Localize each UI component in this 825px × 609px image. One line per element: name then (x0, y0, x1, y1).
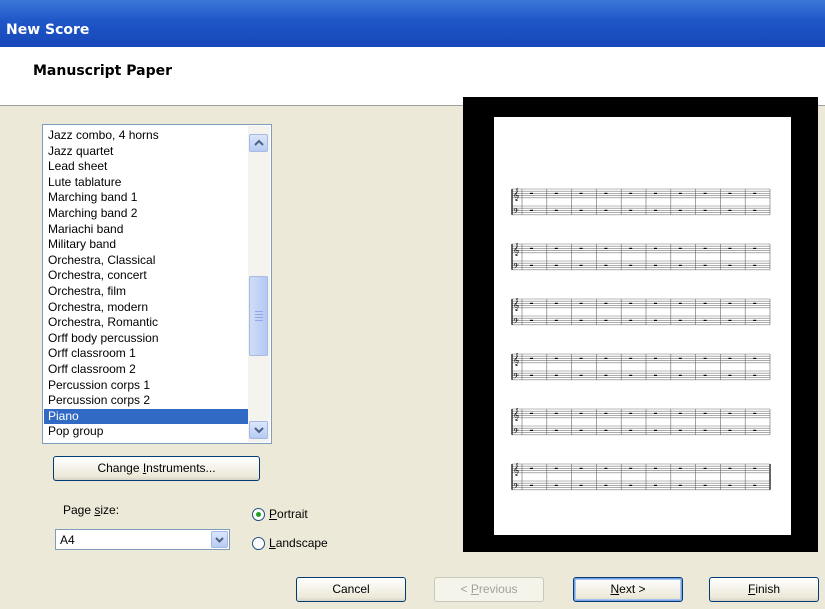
list-item[interactable]: Marching band 1 (44, 190, 248, 206)
page-title: Manuscript Paper (33, 63, 172, 79)
scroll-down-button[interactable] (249, 421, 268, 439)
radio-dot (256, 512, 261, 517)
treble-clef-icon: 𝄞 (513, 243, 520, 256)
staff-system: 𝄞𝄢 (511, 463, 771, 493)
page-size-label: Page size: (63, 503, 120, 517)
bass-clef-icon: 𝄢 (513, 317, 519, 328)
list-item[interactable]: Orchestra, Classical (44, 253, 248, 269)
treble-clef-icon: 𝄞 (513, 298, 520, 311)
change-instruments-button[interactable]: Change Instruments... (53, 456, 260, 481)
list-item[interactable]: Orff classroom 1 (44, 346, 248, 362)
list-item[interactable]: Orchestra, concert (44, 268, 248, 284)
previous-button[interactable]: < Previous (434, 577, 544, 602)
list-item[interactable]: Percussion corps 2 (44, 393, 248, 409)
portrait-label[interactable]: Portrait (269, 507, 308, 521)
list-item[interactable]: Percussion corps 1 (44, 378, 248, 394)
chevron-down-icon (254, 427, 264, 434)
list-item[interactable]: Orff classroom 2 (44, 362, 248, 378)
bass-clef-icon: 𝄢 (513, 482, 519, 493)
list-item[interactable]: Orchestra, Romantic (44, 315, 248, 331)
staff-system: 𝄞𝄢 (511, 353, 771, 383)
landscape-radio[interactable] (252, 537, 265, 550)
list-item[interactable]: Marching band 2 (44, 206, 248, 222)
manuscript-list-items: Jazz combo, 4 horns Jazz quartet Lead shee… (44, 128, 248, 440)
treble-clef-icon: 𝄞 (513, 408, 520, 421)
treble-clef-icon: 𝄞 (513, 188, 520, 201)
list-item[interactable]: Lead sheet (44, 159, 248, 175)
scroll-up-button[interactable] (249, 134, 268, 152)
list-item[interactable]: Jazz combo, 4 horns (44, 128, 248, 144)
staff-preview: 𝄞𝄢𝄞𝄢𝄞𝄢𝄞𝄢𝄞𝄢𝄞𝄢 (511, 188, 771, 493)
list-item[interactable]: Military band (44, 237, 248, 253)
list-item[interactable]: Mariachi band (44, 222, 248, 238)
page-size-value: A4 (60, 533, 75, 547)
staff-system: 𝄞𝄢 (511, 408, 771, 438)
window-title: New Score (6, 22, 90, 38)
page-size-select[interactable]: A4 (55, 529, 230, 550)
list-item[interactable]: Jazz quartet (44, 144, 248, 160)
scroll-thumb[interactable] (249, 276, 268, 356)
finish-button[interactable]: Finish (709, 577, 819, 602)
bass-clef-icon: 𝄢 (513, 427, 519, 438)
chevron-up-icon (254, 139, 264, 146)
landscape-label[interactable]: Landscape (269, 536, 328, 550)
cancel-button[interactable]: Cancel (296, 577, 406, 602)
bass-clef-icon: 𝄢 (513, 372, 519, 383)
chevron-down-icon[interactable] (211, 531, 228, 548)
bass-clef-icon: 𝄢 (513, 207, 519, 218)
list-item[interactable]: Lute tablature (44, 175, 248, 191)
manuscript-paper-list[interactable]: Jazz combo, 4 horns Jazz quartet Lead shee… (42, 124, 272, 444)
bass-clef-icon: 𝄢 (513, 262, 519, 273)
list-item[interactable]: Orff body percussion (44, 331, 248, 347)
list-item[interactable]: Pop group (44, 424, 248, 440)
list-item[interactable]: Orchestra, modern (44, 300, 248, 316)
manuscript-preview-page: 𝄞 𝄢 𝄞 𝄢 𝄞 𝄢 𝄞 𝄢 𝄞 𝄢 𝄞 𝄢 (494, 117, 791, 535)
staff-system: 𝄞𝄢 (511, 243, 771, 273)
list-item[interactable]: Piano (44, 408, 248, 425)
staff-system: 𝄞𝄢 (511, 188, 771, 218)
staff-system: 𝄞𝄢 (511, 298, 771, 328)
list-item[interactable]: Orchestra, film (44, 284, 248, 300)
list-scrollbar[interactable] (248, 126, 270, 442)
next-button[interactable]: Next > (573, 577, 683, 602)
title-bar: New Score (0, 0, 825, 47)
portrait-radio[interactable] (252, 508, 265, 521)
treble-clef-icon: 𝄞 (513, 353, 520, 366)
treble-clef-icon: 𝄞 (513, 463, 520, 476)
